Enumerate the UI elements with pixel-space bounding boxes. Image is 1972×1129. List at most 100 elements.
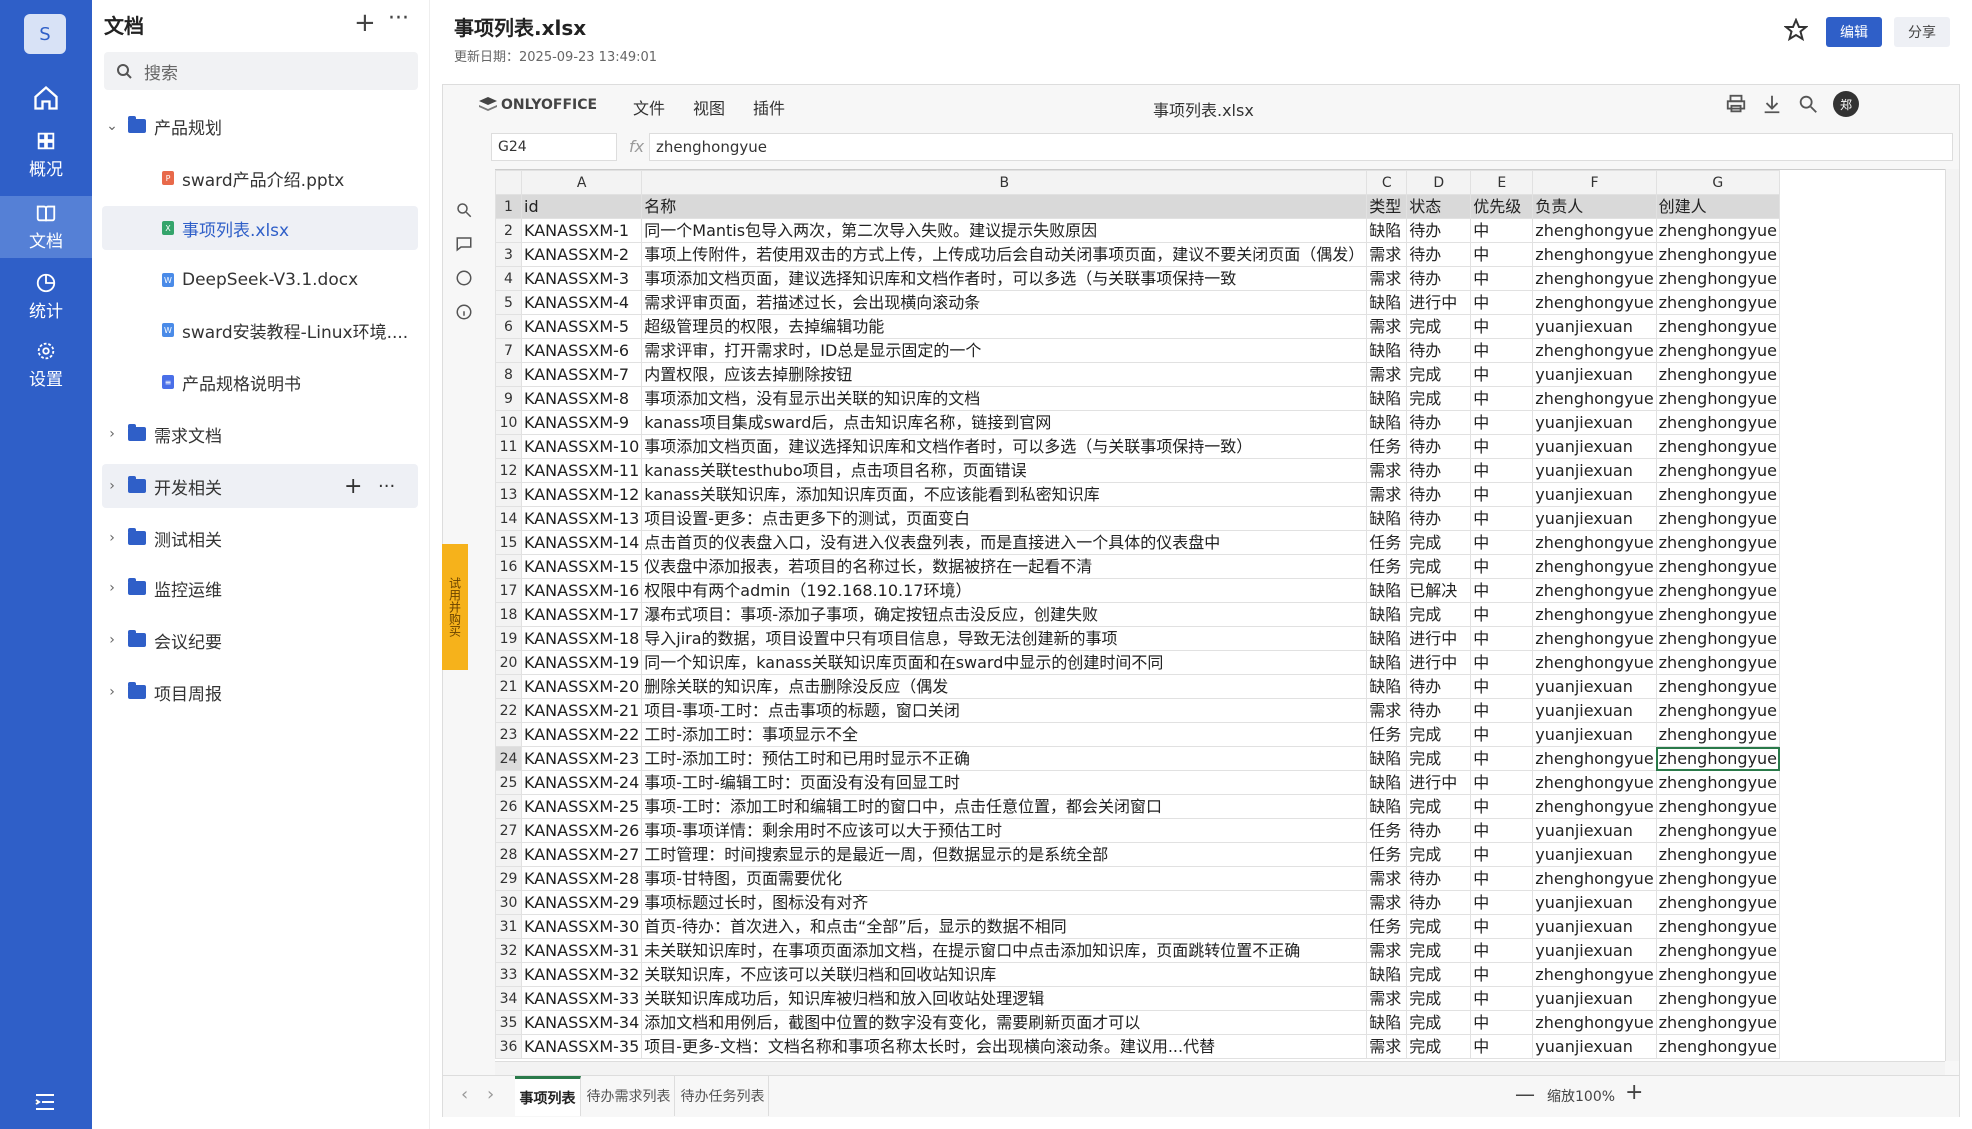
- table-cell[interactable]: 待办: [1406, 866, 1472, 891]
- table-cell[interactable]: 完成: [1406, 1034, 1472, 1059]
- table-cell[interactable]: 需求: [1366, 458, 1408, 483]
- nav-stats[interactable]: 统计: [0, 266, 92, 328]
- table-cell[interactable]: 待办: [1406, 266, 1472, 291]
- table-cell[interactable]: 缺陷: [1366, 410, 1408, 435]
- next-sheet-icon[interactable]: ›: [487, 1084, 494, 1105]
- table-cell[interactable]: 中: [1470, 578, 1534, 603]
- table-cell[interactable]: 中: [1470, 242, 1534, 267]
- table-cell[interactable]: 工时管理：时间搜索显示的是最近一周，但数据显示的是系统全部: [641, 842, 1368, 867]
- table-cell[interactable]: 事项-事项详情：剩余用时不应该可以大于预估工时: [641, 818, 1368, 843]
- table-cell[interactable]: 事项-工时-编辑工时：页面没有没有回显工时: [641, 770, 1368, 795]
- cell-reference-input[interactable]: G24: [491, 133, 617, 161]
- table-cell[interactable]: zhenghongyue: [1532, 266, 1657, 291]
- table-cell[interactable]: 中: [1470, 266, 1534, 291]
- table-cell[interactable]: zhenghongyue: [1655, 962, 1781, 987]
- table-cell[interactable]: 添加文档和用例后，截图中位置的数字没有变化，需要刷新页面才可以: [641, 1010, 1368, 1035]
- table-cell[interactable]: KANASSXM-20: [520, 674, 643, 699]
- table-cell[interactable]: 仪表盘中添加报表，若项目的名称过长，数据被挤在一起看不清: [641, 554, 1368, 579]
- table-cell[interactable]: zhenghongyue: [1655, 914, 1781, 939]
- table-cell[interactable]: 进行中: [1406, 626, 1472, 651]
- table-cell[interactable]: 中: [1470, 506, 1534, 531]
- table-cell[interactable]: zhenghongyue: [1655, 578, 1781, 603]
- column-header[interactable]: G: [1655, 170, 1781, 195]
- row-number[interactable]: 20: [495, 650, 522, 675]
- table-cell[interactable]: 需求: [1366, 890, 1408, 915]
- row-number[interactable]: 19: [495, 626, 522, 651]
- table-cell[interactable]: 完成: [1406, 794, 1472, 819]
- tree-folder[interactable]: › 项目周报: [102, 670, 418, 714]
- table-cell[interactable]: KANASSXM-22: [520, 722, 643, 747]
- table-cell[interactable]: KANASSXM-10: [520, 434, 643, 459]
- table-cell[interactable]: 中: [1470, 842, 1534, 867]
- table-cell[interactable]: 中: [1470, 1010, 1534, 1035]
- table-cell[interactable]: 导入jira的数据，项目设置中只有项目信息，导致无法创建新的事项: [641, 626, 1368, 651]
- table-cell[interactable]: zhenghongyue: [1655, 794, 1781, 819]
- row-number[interactable]: 35: [495, 1010, 522, 1035]
- table-cell[interactable]: 事项上传附件，若使用双击的方式上传，上传成功后会自动关闭事项页面，建议不要关闭页…: [641, 242, 1368, 267]
- table-cell[interactable]: 需求: [1366, 698, 1408, 723]
- table-cell[interactable]: 缺陷: [1366, 962, 1408, 987]
- table-cell[interactable]: 完成: [1406, 362, 1472, 387]
- table-cell[interactable]: KANASSXM-27: [520, 842, 643, 867]
- table-cell[interactable]: yuanjiexuan: [1532, 482, 1657, 507]
- table-cell[interactable]: 缺陷: [1366, 578, 1408, 603]
- share-button[interactable]: 分享: [1894, 17, 1950, 47]
- table-cell[interactable]: zhenghongyue: [1655, 506, 1781, 531]
- table-cell[interactable]: 事项添加文档页面，建议选择知识库和文档作者时，可以多选（与关联事项保持一致: [641, 266, 1368, 291]
- table-cell[interactable]: 待办: [1406, 338, 1472, 363]
- table-cell[interactable]: KANASSXM-6: [520, 338, 643, 363]
- menu-file[interactable]: 文件: [633, 95, 665, 119]
- table-cell[interactable]: zhenghongyue: [1655, 218, 1781, 243]
- table-cell[interactable]: 事项添加文档页面，建议选择知识库和文档作者时，可以多选（与关联事项保持一致）: [641, 434, 1368, 459]
- table-cell[interactable]: 进行中: [1406, 770, 1472, 795]
- table-cell[interactable]: zhenghongyue: [1532, 578, 1657, 603]
- table-cell[interactable]: KANASSXM-33: [520, 986, 643, 1011]
- table-cell[interactable]: 任务: [1366, 434, 1408, 459]
- table-cell[interactable]: 中: [1470, 938, 1534, 963]
- table-cell[interactable]: yuanjiexuan: [1532, 314, 1657, 339]
- chevron-right-icon[interactable]: ›: [102, 632, 122, 648]
- table-cell[interactable]: KANASSXM-16: [520, 578, 643, 603]
- prev-sheet-icon[interactable]: ‹: [461, 1084, 468, 1105]
- table-cell[interactable]: 中: [1470, 770, 1534, 795]
- table-cell[interactable]: 完成: [1406, 554, 1472, 579]
- row-number[interactable]: 33: [495, 962, 522, 987]
- nav-settings[interactable]: 设置: [0, 334, 92, 396]
- table-cell[interactable]: 中: [1470, 986, 1534, 1011]
- table-cell[interactable]: 完成: [1406, 602, 1472, 627]
- table-cell[interactable]: zhenghongyue: [1655, 746, 1781, 771]
- table-cell[interactable]: 中: [1470, 410, 1534, 435]
- table-cell[interactable]: KANASSXM-1: [520, 218, 643, 243]
- tree-file-selected[interactable]: X 事项列表.xlsx: [102, 206, 418, 250]
- star-icon[interactable]: [1784, 18, 1808, 42]
- table-cell[interactable]: 中: [1470, 338, 1534, 363]
- table-cell[interactable]: yuanjiexuan: [1532, 722, 1657, 747]
- table-cell[interactable]: 瀑布式项目：事项-添加子事项，确定按钮点击没反应，创建失败: [641, 602, 1368, 627]
- table-cell[interactable]: KANASSXM-34: [520, 1010, 643, 1035]
- menu-plugins[interactable]: 插件: [753, 95, 785, 119]
- zoom-in-icon[interactable]: +: [1625, 1080, 1643, 1105]
- table-cell[interactable]: 中: [1470, 650, 1534, 675]
- row-number[interactable]: 27: [495, 818, 522, 843]
- table-cell[interactable]: 需求: [1366, 266, 1408, 291]
- table-cell[interactable]: 缺陷: [1366, 770, 1408, 795]
- table-cell[interactable]: 完成: [1406, 530, 1472, 555]
- table-cell[interactable]: zhenghongyue: [1655, 530, 1781, 555]
- table-cell[interactable]: 缺陷: [1366, 602, 1408, 627]
- chevron-down-icon[interactable]: ⌄: [102, 118, 122, 134]
- table-cell[interactable]: KANASSXM-24: [520, 770, 643, 795]
- row-number[interactable]: 25: [495, 770, 522, 795]
- table-cell[interactable]: zhenghongyue: [1532, 602, 1657, 627]
- row-number[interactable]: 16: [495, 554, 522, 579]
- tree-folder[interactable]: › 会议纪要: [102, 618, 418, 662]
- row-number[interactable]: 11: [495, 434, 522, 459]
- row-number[interactable]: 10: [495, 410, 522, 435]
- spreadsheet-grid[interactable]: ABCDEFG 1 id 名称 类型 状态 优先级 负责人 创建人 2 KANASSXM-1 同一个…: [495, 169, 1953, 1061]
- table-cell[interactable]: 中: [1470, 482, 1534, 507]
- comment-icon[interactable]: [455, 235, 473, 253]
- table-cell[interactable]: 缺陷: [1366, 650, 1408, 675]
- table-cell[interactable]: zhenghongyue: [1532, 338, 1657, 363]
- table-cell[interactable]: 状态: [1406, 194, 1472, 219]
- table-cell[interactable]: zhenghongyue: [1655, 314, 1781, 339]
- row-number[interactable]: 8: [495, 362, 522, 387]
